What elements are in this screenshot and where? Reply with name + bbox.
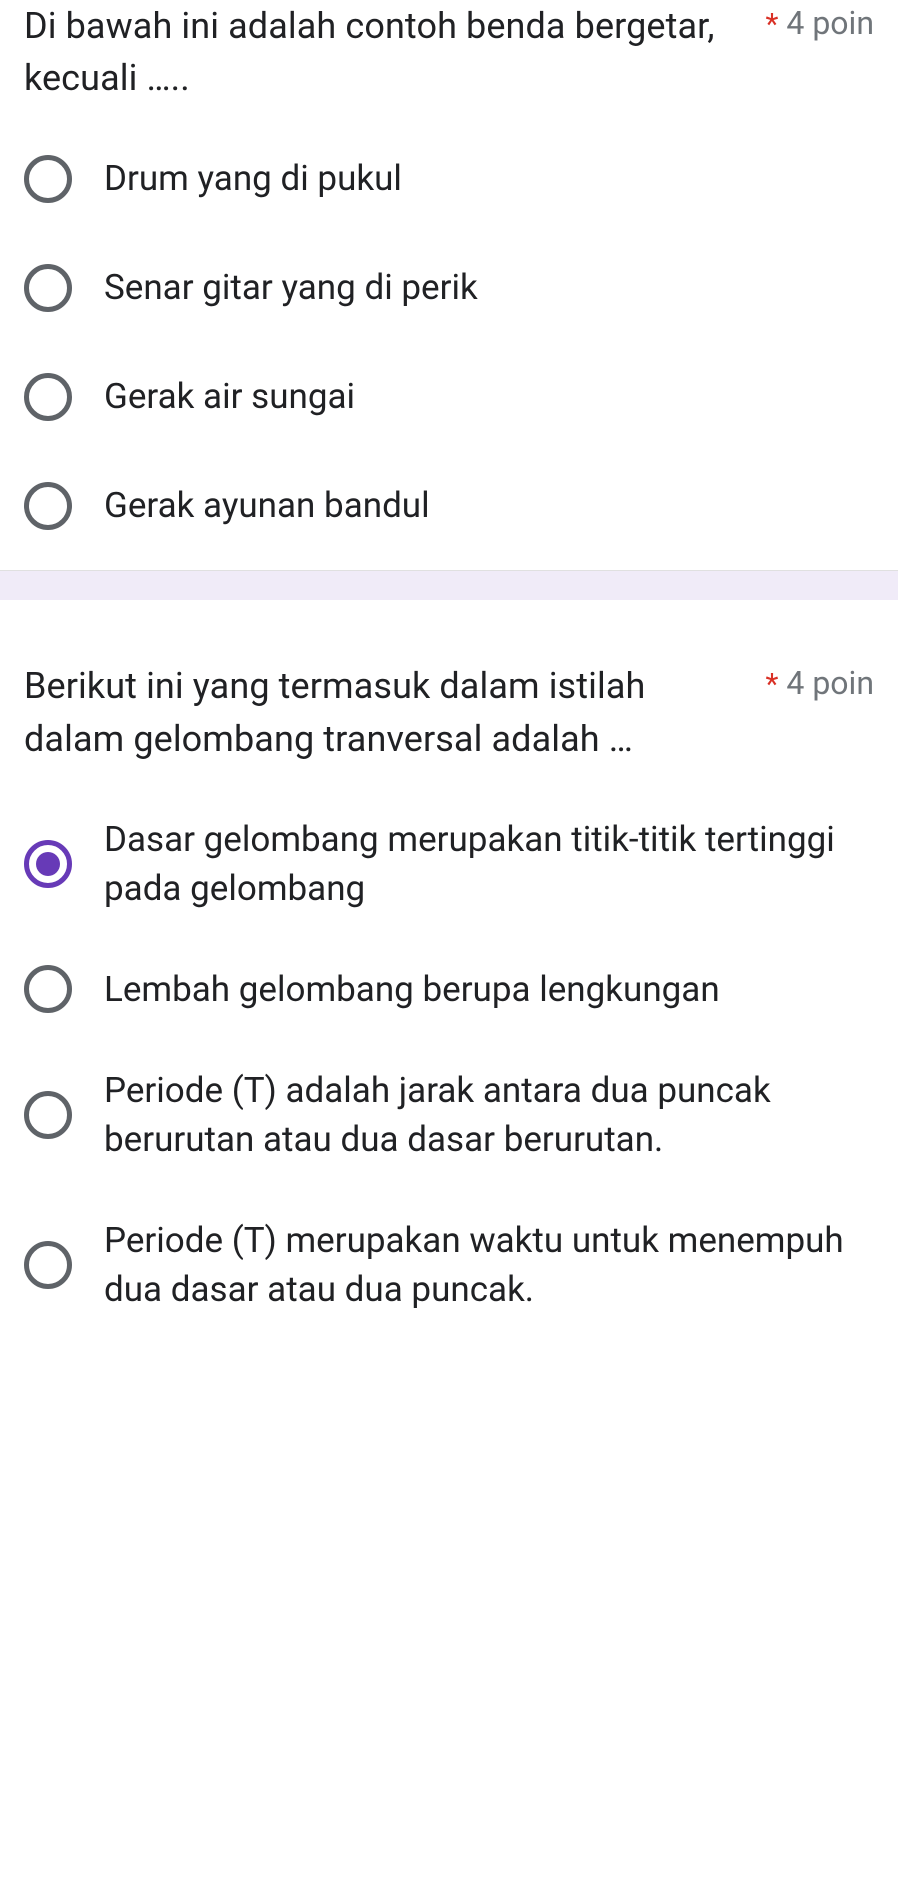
question-header: Di bawah ini adalah contoh benda bergeta… xyxy=(24,0,874,104)
option-row[interactable]: Gerak air sungai xyxy=(24,372,874,421)
points-badge: * 4 poin xyxy=(765,660,874,702)
option-label: Periode (T) adalah jarak antara dua punc… xyxy=(104,1066,874,1164)
points-badge: * 4 poin xyxy=(765,0,874,42)
radio-unchecked-icon[interactable] xyxy=(24,155,72,203)
option-label: Senar gitar yang di perik xyxy=(104,263,874,312)
question-text: Berikut ini yang termasuk dalam istilah … xyxy=(24,660,749,764)
option-row[interactable]: Senar gitar yang di perik xyxy=(24,263,874,312)
option-row[interactable]: Drum yang di pukul xyxy=(24,154,874,203)
question-text: Di bawah ini adalah contoh benda bergeta… xyxy=(24,0,749,104)
question-header: Berikut ini yang termasuk dalam istilah … xyxy=(24,660,874,764)
option-label: Gerak ayunan bandul xyxy=(104,481,874,530)
radio-unchecked-icon[interactable] xyxy=(24,1241,72,1289)
option-label: Periode (T) merupakan waktu untuk menemp… xyxy=(104,1216,874,1314)
option-label: Drum yang di pukul xyxy=(104,154,874,203)
radio-unchecked-icon[interactable] xyxy=(24,482,72,530)
card-divider xyxy=(0,570,898,600)
radio-unchecked-icon[interactable] xyxy=(24,1091,72,1139)
radio-unchecked-icon[interactable] xyxy=(24,373,72,421)
question-card: Di bawah ini adalah contoh benda bergeta… xyxy=(0,0,898,570)
radio-checked-icon[interactable] xyxy=(24,840,72,888)
option-label: Gerak air sungai xyxy=(104,372,874,421)
option-row[interactable]: Dasar gelombang merupakan titik-titik te… xyxy=(24,815,874,913)
required-asterisk: * xyxy=(765,7,778,42)
question-card: Berikut ini yang termasuk dalam istilah … xyxy=(0,600,898,1353)
option-row[interactable]: Periode (T) adalah jarak antara dua punc… xyxy=(24,1066,874,1164)
option-label: Lembah gelombang berupa lengkungan xyxy=(104,965,874,1014)
options-list: Drum yang di pukul Senar gitar yang di p… xyxy=(24,154,874,530)
points-text: 4 poin xyxy=(786,664,874,702)
option-row[interactable]: Lembah gelombang berupa lengkungan xyxy=(24,965,874,1014)
option-row[interactable]: Periode (T) merupakan waktu untuk menemp… xyxy=(24,1216,874,1314)
option-row[interactable]: Gerak ayunan bandul xyxy=(24,481,874,530)
option-label: Dasar gelombang merupakan titik-titik te… xyxy=(104,815,874,913)
options-list: Dasar gelombang merupakan titik-titik te… xyxy=(24,815,874,1314)
radio-unchecked-icon[interactable] xyxy=(24,965,72,1013)
points-text: 4 poin xyxy=(786,4,874,42)
required-asterisk: * xyxy=(765,667,778,702)
radio-unchecked-icon[interactable] xyxy=(24,264,72,312)
